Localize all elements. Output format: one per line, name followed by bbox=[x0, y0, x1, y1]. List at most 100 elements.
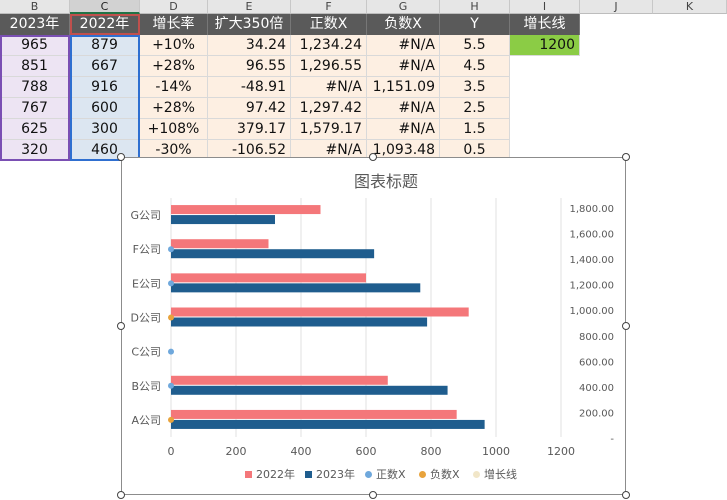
cell-g[interactable]: #N/A bbox=[367, 119, 440, 140]
bar-2023 bbox=[171, 215, 275, 225]
cell-b[interactable]: 851 bbox=[0, 56, 70, 77]
cell-d[interactable]: +108% bbox=[140, 119, 208, 140]
growth-line-value-cell[interactable]: 1200 bbox=[510, 35, 580, 56]
scatter-point-positive-x bbox=[168, 280, 174, 287]
column-header-c[interactable]: C bbox=[70, 0, 140, 14]
cell-e[interactable]: 34.24 bbox=[208, 35, 291, 56]
header-cell-negative-x[interactable]: 负数X bbox=[367, 14, 440, 35]
chart-resize-handle-top[interactable] bbox=[369, 153, 377, 161]
column-header-e[interactable]: E bbox=[208, 0, 291, 14]
column-header-b[interactable]: B bbox=[0, 0, 70, 14]
cell-g[interactable]: #N/A bbox=[367, 35, 440, 56]
scatter-point-positive-x bbox=[168, 348, 174, 355]
header-cell-growth-rate[interactable]: 增长率 bbox=[140, 14, 208, 35]
cell-f[interactable]: #N/A bbox=[291, 77, 367, 98]
legend-swatch bbox=[245, 471, 252, 478]
cell-f[interactable]: 1,297.42 bbox=[291, 98, 367, 119]
bar-2022 bbox=[171, 375, 388, 385]
bar-2023 bbox=[171, 283, 421, 293]
cell-f[interactable]: 1,234.24 bbox=[291, 35, 367, 56]
cell-f[interactable]: 1,296.55 bbox=[291, 56, 367, 77]
secondary-y-tick-label: 1,600.00 bbox=[569, 230, 614, 241]
header-cell-positive-x[interactable]: 正数X bbox=[291, 14, 367, 35]
header-cell-growth-line[interactable]: 增长线 bbox=[510, 14, 580, 35]
chart-resize-handle-bottom-right[interactable] bbox=[622, 491, 630, 499]
header-cell-2022[interactable]: 2022年 bbox=[70, 14, 140, 35]
chart-resize-handle-top-left[interactable] bbox=[117, 153, 125, 161]
x-tick-label: 400 bbox=[291, 445, 312, 458]
category-label: A公司 bbox=[131, 414, 161, 427]
cell-c[interactable]: 300 bbox=[70, 119, 140, 140]
cell-g[interactable]: #N/A bbox=[367, 98, 440, 119]
chart-resize-handle-bottom[interactable] bbox=[369, 491, 377, 499]
bar-2022 bbox=[171, 239, 269, 249]
secondary-y-tick-label: 600.00 bbox=[579, 357, 614, 368]
cell-h[interactable]: 5.5 bbox=[440, 35, 510, 56]
cell-d[interactable]: +28% bbox=[140, 98, 208, 119]
cell-h[interactable]: 3.5 bbox=[440, 77, 510, 98]
cell-c[interactable]: 600 bbox=[70, 98, 140, 119]
column-header-k[interactable]: K bbox=[653, 0, 727, 14]
cell-c[interactable]: 916 bbox=[70, 77, 140, 98]
x-tick-label: 200 bbox=[226, 445, 247, 458]
cell-h[interactable]: 1.5 bbox=[440, 119, 510, 140]
header-cell-scaled[interactable]: 扩大350倍 bbox=[208, 14, 291, 35]
cell-g[interactable]: 1,151.09 bbox=[367, 77, 440, 98]
column-header-f[interactable]: F bbox=[291, 0, 367, 14]
secondary-y-tick-label: - bbox=[610, 434, 614, 445]
cell-e[interactable]: 379.17 bbox=[208, 119, 291, 140]
category-label: E公司 bbox=[132, 277, 161, 290]
cell-b[interactable]: 767 bbox=[0, 98, 70, 119]
column-header-d[interactable]: D bbox=[140, 0, 208, 14]
secondary-y-tick-label: 800.00 bbox=[579, 332, 614, 343]
cell-e[interactable]: 96.55 bbox=[208, 56, 291, 77]
legend-swatch bbox=[419, 471, 426, 478]
cell-g[interactable]: #N/A bbox=[367, 56, 440, 77]
chart-resize-handle-right[interactable] bbox=[622, 322, 630, 330]
cell-f[interactable]: 1,579.17 bbox=[291, 119, 367, 140]
column-header-g[interactable]: G bbox=[367, 0, 440, 14]
bar-2022 bbox=[171, 205, 321, 215]
legend-label: 增长线 bbox=[484, 467, 517, 481]
legend-swatch bbox=[365, 471, 372, 478]
chart-title: 图表标题 bbox=[354, 172, 418, 191]
x-tick-label: 600 bbox=[356, 445, 377, 458]
bar-2022 bbox=[171, 307, 469, 317]
cell-d[interactable]: +28% bbox=[140, 56, 208, 77]
legend-label: 正数X bbox=[376, 468, 406, 481]
chart-area[interactable]: 图表标题 0 200 400 600 800 1000 1200 A公司 B公司 C公司 D公司 E公司… bbox=[121, 157, 626, 495]
legend-label: 负数X bbox=[430, 467, 460, 481]
category-label: F公司 bbox=[133, 243, 161, 256]
bar-chart[interactable]: 图表标题 0 200 400 600 800 1000 1200 A公司 B公司 C公司 D公司 E公司… bbox=[122, 158, 627, 496]
column-header-h[interactable]: H bbox=[440, 0, 510, 14]
cell-c[interactable]: 879 bbox=[70, 35, 140, 56]
bar-2022 bbox=[171, 409, 457, 419]
bar-2023 bbox=[171, 385, 448, 395]
chart-resize-handle-top-right[interactable] bbox=[622, 153, 630, 161]
cell-c[interactable]: 667 bbox=[70, 56, 140, 77]
cell-b[interactable]: 625 bbox=[0, 119, 70, 140]
cell-e[interactable]: -48.91 bbox=[208, 77, 291, 98]
column-header-j[interactable]: J bbox=[580, 0, 653, 14]
secondary-y-tick-label: 1,400.00 bbox=[569, 255, 614, 266]
secondary-y-tick-label: 200.00 bbox=[579, 408, 614, 419]
chart-resize-handle-bottom-left[interactable] bbox=[117, 491, 125, 499]
cell-b[interactable]: 965 bbox=[0, 35, 70, 56]
cell-b[interactable]: 320 bbox=[0, 140, 70, 161]
cell-d[interactable]: +10% bbox=[140, 35, 208, 56]
column-header-i[interactable]: I bbox=[510, 0, 580, 14]
scatter-point-positive-x bbox=[168, 246, 174, 253]
cell-b[interactable]: 788 bbox=[0, 77, 70, 98]
cell-e[interactable]: 97.42 bbox=[208, 98, 291, 119]
header-cell-y[interactable]: Y bbox=[440, 14, 510, 35]
x-tick-label: 1000 bbox=[482, 445, 510, 458]
x-tick-label: 800 bbox=[421, 445, 442, 458]
cell-d[interactable]: -14% bbox=[140, 77, 208, 98]
scatter-point-positive-x bbox=[168, 382, 174, 389]
cell-h[interactable]: 4.5 bbox=[440, 56, 510, 77]
chart-resize-handle-left[interactable] bbox=[117, 322, 125, 330]
cell-h[interactable]: 2.5 bbox=[440, 98, 510, 119]
header-cell-2023[interactable]: 2023年 bbox=[0, 14, 70, 35]
bar-2022 bbox=[171, 273, 366, 283]
secondary-y-tick-label: 1,800.00 bbox=[569, 204, 614, 215]
